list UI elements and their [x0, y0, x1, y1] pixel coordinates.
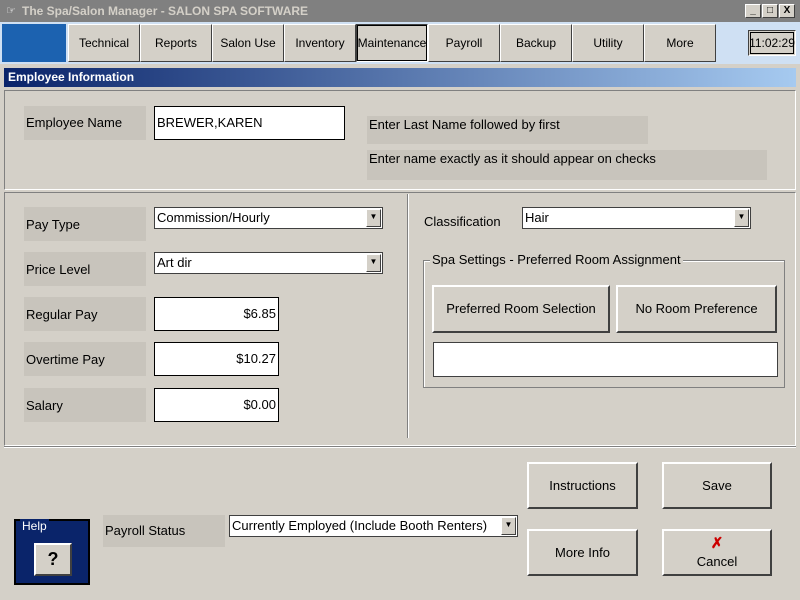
clock: 11:02:29	[748, 30, 796, 56]
overtime-pay-input[interactable]: $10.27	[154, 342, 279, 376]
regular-pay-input[interactable]: $6.85	[154, 297, 279, 331]
chevron-down-icon[interactable]: ▼	[501, 517, 516, 535]
payroll-status-label: Payroll Status	[103, 515, 225, 547]
title-bar: ☞ The Spa/Salon Manager - SALON SPA SOFT…	[0, 0, 800, 22]
section-title: Employee Information	[4, 68, 796, 87]
save-button[interactable]: Save	[662, 462, 772, 509]
cancel-button[interactable]: ✗ Cancel	[662, 529, 772, 576]
chevron-down-icon[interactable]: ▼	[366, 209, 381, 227]
toolbar-more-button[interactable]: More	[644, 24, 716, 62]
help-title: Help	[20, 519, 49, 533]
name-hint-1: Enter Last Name followed by first	[367, 116, 648, 144]
close-button[interactable]: X	[779, 4, 795, 18]
cancel-icon: ✗	[710, 535, 724, 552]
pay-type-label: Pay Type	[24, 207, 146, 241]
regular-pay-label: Regular Pay	[24, 297, 146, 331]
chevron-down-icon[interactable]: ▼	[734, 209, 749, 227]
preferred-room-button[interactable]: Preferred Room Selection	[432, 285, 610, 333]
payroll-status-select[interactable]: Currently Employed (Include Booth Renter…	[229, 515, 518, 537]
toolbar-utility-button[interactable]: Utility	[572, 24, 644, 62]
toolbar-payroll-button[interactable]: Payroll	[428, 24, 500, 62]
employee-name-input[interactable]: BREWER,KAREN	[154, 106, 345, 140]
toolbar-backup-button[interactable]: Backup	[500, 24, 572, 62]
salary-input[interactable]: $0.00	[154, 388, 279, 422]
price-level-label: Price Level	[24, 252, 146, 286]
price-level-value: Art dir	[157, 255, 192, 270]
minimize-button[interactable]: _	[745, 4, 761, 18]
app-icon: ☞	[6, 5, 16, 17]
instructions-button[interactable]: Instructions	[527, 462, 638, 509]
toolbar-maintenance-button[interactable]: Maintenance	[356, 24, 428, 62]
chevron-down-icon[interactable]: ▼	[366, 254, 381, 272]
window-title: The Spa/Salon Manager - SALON SPA SOFTWA…	[22, 4, 309, 18]
toolbar-inventory-button[interactable]: Inventory	[284, 24, 356, 62]
pay-type-value: Commission/Hourly	[157, 210, 270, 225]
panel-divider	[407, 194, 409, 438]
maximize-button[interactable]: □	[762, 4, 778, 18]
classification-select[interactable]: Hair ▼	[522, 207, 751, 229]
help-icon[interactable]: ?	[34, 543, 72, 576]
spa-settings-title: Spa Settings - Preferred Room Assignment	[430, 252, 683, 267]
room-display-field[interactable]	[433, 342, 778, 377]
payroll-status-value: Currently Employed (Include Booth Renter…	[232, 518, 488, 533]
overtime-pay-label: Overtime Pay	[24, 342, 146, 376]
main-toolbar: Technical Reports Salon Use Inventory Ma…	[0, 22, 800, 64]
classification-value: Hair	[525, 210, 549, 225]
toolbar-salon-use-button[interactable]: Salon Use	[212, 24, 284, 62]
price-level-select[interactable]: Art dir ▼	[154, 252, 383, 274]
name-hint-2: Enter name exactly as it should appear o…	[367, 150, 767, 180]
toolbar-accent	[2, 24, 66, 62]
more-info-button[interactable]: More Info	[527, 529, 638, 576]
salary-label: Salary	[24, 388, 146, 422]
toolbar-reports-button[interactable]: Reports	[140, 24, 212, 62]
employee-name-label: Employee Name	[24, 106, 146, 140]
cancel-label: Cancel	[696, 554, 738, 569]
no-room-preference-button[interactable]: No Room Preference	[616, 285, 777, 333]
classification-label: Classification	[422, 207, 516, 237]
pay-type-select[interactable]: Commission/Hourly ▼	[154, 207, 383, 229]
toolbar-technical-button[interactable]: Technical	[68, 24, 140, 62]
bottom-divider	[4, 446, 796, 448]
